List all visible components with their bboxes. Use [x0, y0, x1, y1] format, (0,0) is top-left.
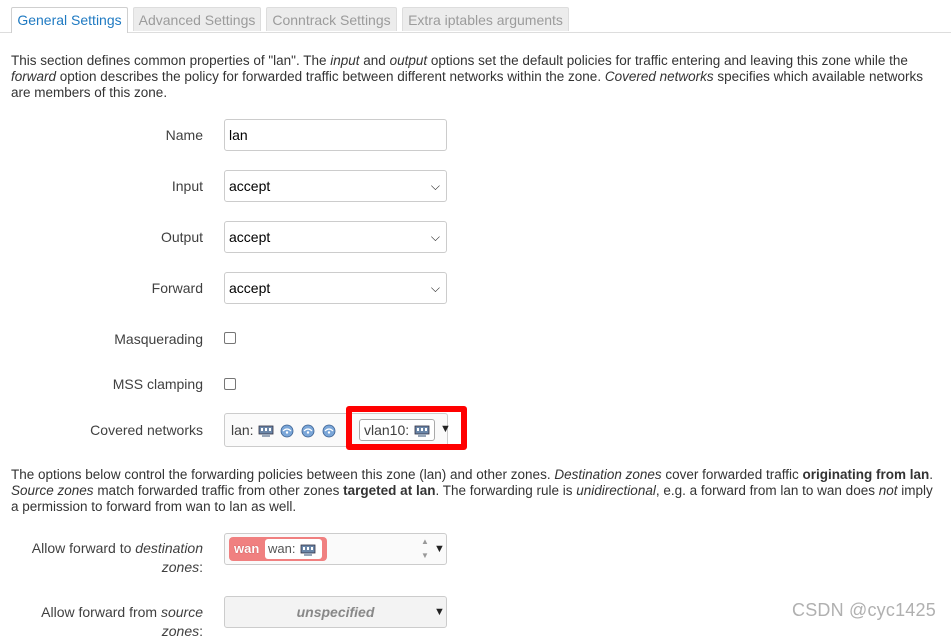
forward-policy-value: accept	[229, 280, 271, 296]
name-label: Name	[165, 127, 203, 143]
watermark: CSDN @cyc1425	[792, 600, 936, 620]
name-input[interactable]: lan	[224, 119, 447, 151]
wifi-icon	[280, 424, 294, 438]
forward-label: Forward	[151, 280, 203, 296]
input-policy-value: accept	[229, 178, 271, 194]
wifi-icon	[322, 424, 336, 438]
section-description: This section defines common properties o…	[11, 53, 923, 100]
tab-extra-iptables-arguments[interactable]: Extra iptables arguments	[402, 7, 569, 31]
wifi-icon	[301, 424, 315, 438]
input-policy-select[interactable]: accept ⌵	[224, 170, 447, 202]
output-policy-value: accept	[229, 229, 271, 245]
src-zones-select[interactable]: unspecified ▼	[224, 596, 447, 628]
chevron-down-icon: ⌵	[430, 230, 440, 244]
chevron-down-icon: ⌵	[430, 281, 440, 295]
tab-conntrack-settings[interactable]: Conntrack Settings	[266, 7, 397, 31]
network-item-lan[interactable]: lan:	[231, 419, 337, 441]
tab-bar: General Settings Advanced Settings Connt…	[0, 0, 951, 33]
masquerading-label: Masquerading	[114, 331, 203, 347]
ethernet-port-icon	[300, 544, 316, 556]
tab-advanced-settings[interactable]: Advanced Settings	[133, 7, 261, 31]
dropdown-arrow-icon[interactable]: ▼	[434, 606, 445, 618]
spinner-up-icon[interactable]: ▲	[421, 537, 429, 546]
zone-wan-network: wan:	[265, 539, 322, 559]
zone-wan-network-label: wan:	[268, 541, 296, 556]
ethernet-port-icon	[259, 425, 274, 438]
src-zones-value: unspecified	[296, 604, 375, 620]
network-lan-label: lan:	[231, 422, 254, 438]
output-label: Output	[160, 229, 203, 245]
output-policy-select[interactable]: accept ⌵	[224, 221, 447, 253]
src-zones-label: Allow forward from source zones:	[41, 604, 203, 639]
spinner-down-icon[interactable]: ▼	[421, 551, 429, 560]
chevron-down-icon: ⌵	[430, 179, 440, 193]
dropdown-arrow-icon[interactable]: ▼	[434, 543, 445, 555]
zone-badge-wan[interactable]: wan wan:	[229, 537, 327, 561]
dest-zones-select[interactable]: wan wan: ▲ ▼ ▼	[224, 533, 447, 565]
dest-zones-label: Allow forward to destination zones:	[31, 540, 203, 575]
covered-networks-label: Covered networks	[90, 422, 203, 438]
mss-clamping-label: MSS clamping	[112, 376, 203, 392]
forwarding-description: The options below control the forwarding…	[11, 467, 933, 514]
mss-clamping-checkbox[interactable]	[224, 378, 236, 390]
input-label: Input	[171, 178, 203, 194]
masquerading-checkbox[interactable]	[224, 332, 236, 344]
tab-general-settings[interactable]: General Settings	[11, 7, 128, 33]
forward-policy-select[interactable]: accept ⌵	[224, 272, 447, 304]
zone-wan-name: wan	[234, 541, 260, 556]
highlight-box	[346, 406, 467, 450]
